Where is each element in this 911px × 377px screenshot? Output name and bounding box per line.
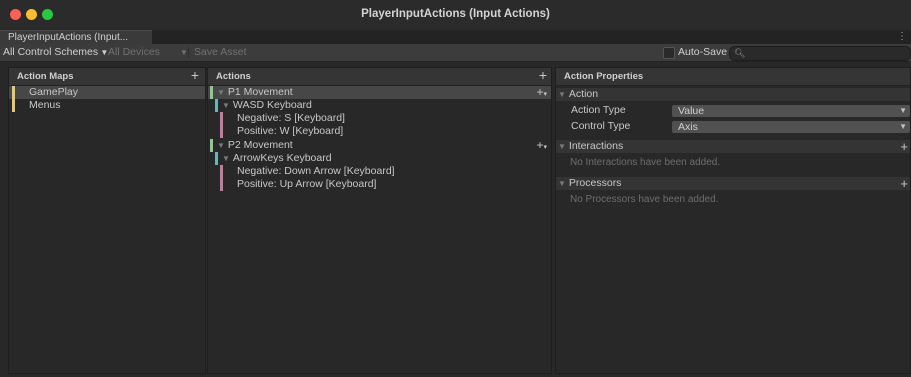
binding-part-row[interactable]: Positive: Up Arrow [Keyboard] [208,178,551,191]
toolbar-divider [188,47,189,58]
action-maps-header: Action Maps + [9,68,205,86]
toolbar: All Control Schemes ▼ All Devices ▼ Save … [0,44,911,62]
interactions-empty-message: No Interactions have been added. [570,157,721,168]
devices-dropdown[interactable]: All Devices ▼ [108,44,188,61]
binding-part-label: Negative: Down Arrow [Keyboard] [237,165,395,177]
action-label: P1 Movement [227,86,293,98]
window-title: PlayerInputActions (Input Actions) [361,8,550,20]
action-map-label: Menus [29,99,61,111]
binding-part-label: Positive: W [Keyboard] [237,125,344,137]
dropdown-arrow-icon: ▼ [179,48,188,57]
dropdown-arrow-icon: ▼ [98,48,109,57]
action-type-label: Action Type [571,104,626,116]
action-properties-panel: Action Properties ▼ Action Action Type Va… [555,67,911,374]
interactions-section-title: Interactions [568,140,624,152]
add-action-icon[interactable]: + [539,68,547,83]
action-color-bar [210,139,213,152]
action-row-p2-movement[interactable]: ▼ P2 Movement +▾ [208,139,551,152]
action-type-value: Value [678,105,705,117]
search-input[interactable]: 🔍︎ [729,46,911,61]
search-icon: 🔍︎ [734,48,746,58]
save-asset-button[interactable]: Save Asset [194,44,247,61]
action-color-bar [210,86,213,99]
interactions-section-header[interactable]: ▼ Interactions + [556,140,910,153]
action-map-label: GamePlay [29,86,79,98]
title-bar: PlayerInputActions (Input Actions) [0,0,911,31]
add-interaction-icon[interactable]: + [900,140,908,153]
binding-part-label: Positive: Up Arrow [Keyboard] [237,178,377,190]
binding-color-bar [215,99,218,112]
auto-save-checkbox[interactable] [663,47,675,59]
part-color-bar [220,112,223,125]
control-type-label: Control Type [571,120,631,132]
add-processor-icon[interactable]: + [900,177,908,190]
dropdown-arrow-icon: ▼ [899,122,907,131]
control-schemes-label: All Control Schemes [3,46,99,58]
action-map-color-bar [12,99,15,112]
binding-color-bar [215,152,218,165]
binding-part-row[interactable]: Negative: Down Arrow [Keyboard] [208,165,551,178]
binding-row[interactable]: ▼ WASD Keyboard [208,99,551,112]
action-properties-header: Action Properties [556,68,910,86]
action-properties-title: Action Properties [564,71,644,82]
action-map-item[interactable]: GamePlay [9,86,205,99]
binding-label: ArrowKeys Keyboard [232,152,332,164]
expand-triangle-icon[interactable]: ▼ [222,154,230,163]
actions-title: Actions [216,71,251,82]
tab-strip: PlayerInputActions (Input... ⋮ [0,30,911,44]
processors-section-title: Processors [568,177,622,189]
part-color-bar [220,165,223,178]
action-maps-panel: Action Maps + GamePlay Menus [8,67,206,374]
control-type-dropdown[interactable]: Axis ▼ [672,121,910,133]
dropdown-arrow-icon: ▼ [899,106,907,115]
action-label: P2 Movement [227,139,293,151]
processors-section-header[interactable]: ▼ Processors + [556,177,910,190]
expand-triangle-icon[interactable]: ▼ [217,88,225,97]
action-section-title: Action [568,88,599,100]
auto-save-label: Auto-Save [678,46,728,58]
add-action-map-icon[interactable]: + [191,68,199,83]
part-color-bar [220,178,223,191]
binding-part-label: Negative: S [Keyboard] [237,112,345,124]
binding-part-row[interactable]: Positive: W [Keyboard] [208,125,551,138]
action-type-dropdown[interactable]: Value ▼ [672,105,910,117]
editor-tab[interactable]: PlayerInputActions (Input... [0,30,152,44]
expand-triangle-icon[interactable]: ▼ [222,101,230,110]
tab-menu-icon[interactable]: ⋮ [897,30,907,43]
actions-header: Actions + [208,68,551,86]
expand-triangle-icon[interactable]: ▼ [217,141,225,150]
binding-row[interactable]: ▼ ArrowKeys Keyboard [208,152,551,165]
expand-triangle-icon[interactable]: ▼ [558,179,566,188]
action-row-p1-movement[interactable]: ▼ P1 Movement +▾ [208,86,551,99]
action-section-header[interactable]: ▼ Action [556,88,910,101]
binding-part-row[interactable]: Negative: S [Keyboard] [208,112,551,125]
control-schemes-dropdown[interactable]: All Control Schemes ▼ [3,44,108,61]
action-maps-title: Action Maps [17,71,74,82]
input-actions-window: PlayerInputActions (Input Actions) Playe… [0,0,911,377]
actions-panel: Actions + ▼ P1 Movement +▾ ▼ WASD Keyboard… [207,67,552,374]
processors-empty-message: No Processors have been added. [570,194,719,205]
expand-triangle-icon[interactable]: ▼ [558,142,566,151]
binding-label: WASD Keyboard [232,99,312,111]
control-type-value: Axis [678,121,698,133]
action-map-color-bar [12,86,15,99]
part-color-bar [220,125,223,138]
action-map-item[interactable]: Menus [9,99,205,112]
expand-triangle-icon[interactable]: ▼ [558,90,566,99]
devices-label: All Devices [108,46,160,58]
